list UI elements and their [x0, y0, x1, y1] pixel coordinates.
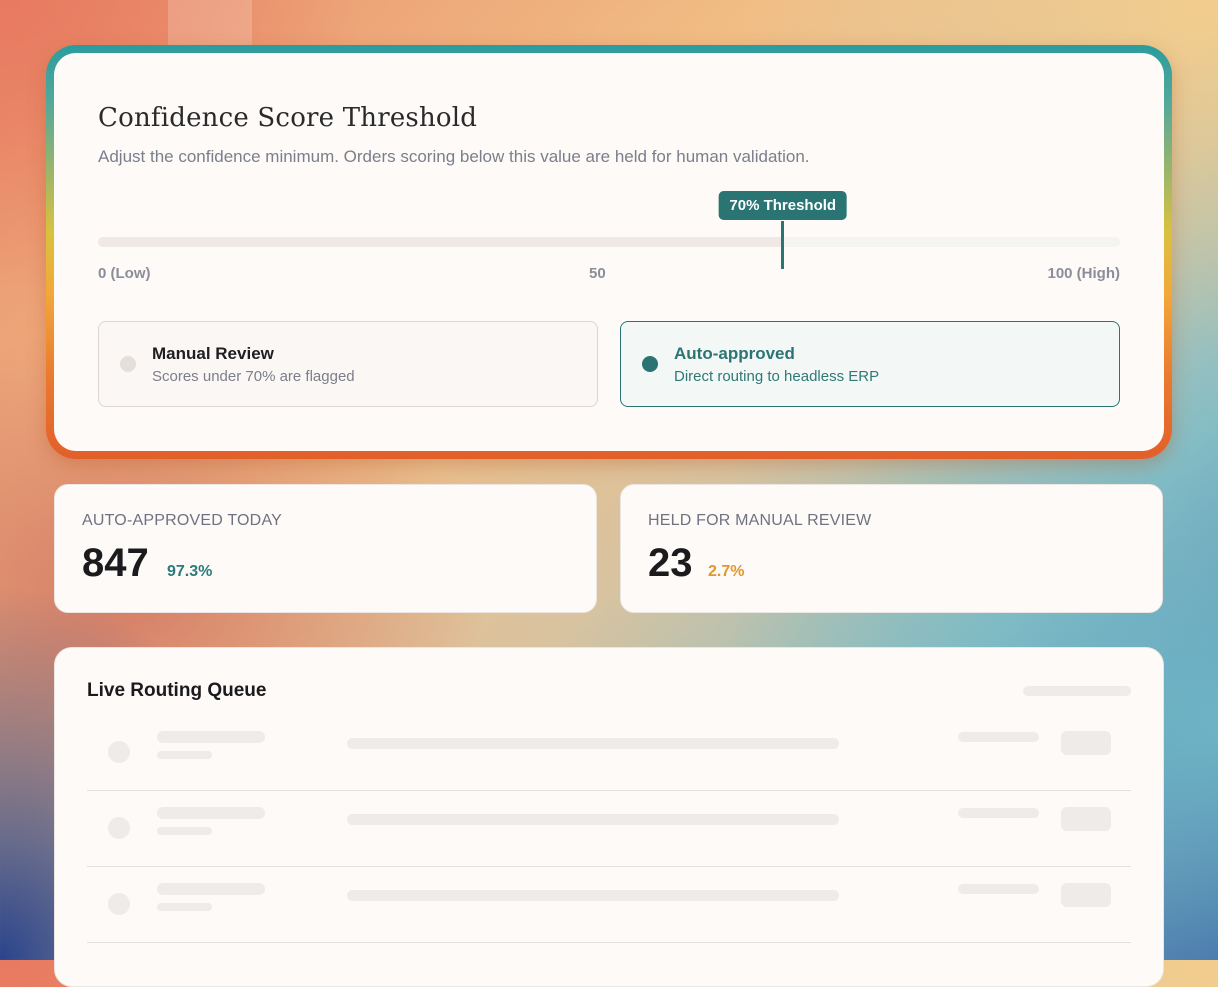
threshold-card: Confidence Score Threshold Adjust the co… — [54, 53, 1164, 451]
held-review-stat-card: HELD FOR MANUAL REVIEW 23 2.7% — [620, 484, 1163, 613]
name-placeholder — [157, 731, 265, 743]
auto-approved-option[interactable]: Auto-approved Direct routing to headless… — [620, 321, 1120, 407]
queue-header-placeholder — [1023, 686, 1131, 696]
amount-placeholder — [958, 732, 1039, 742]
threshold-title: Confidence Score Threshold — [98, 103, 478, 133]
live-routing-queue-card: Live Routing Queue — [54, 647, 1164, 987]
manual-review-radio-dot — [120, 356, 136, 372]
detail-placeholder — [347, 890, 839, 901]
auto-approved-count: 847 — [82, 541, 149, 585]
detail-placeholder — [347, 738, 839, 749]
tick-label-low: 0 (Low) — [98, 265, 151, 282]
threshold-slider-handle[interactable] — [781, 221, 785, 269]
amount-placeholder — [958, 808, 1039, 818]
held-review-count: 23 — [648, 541, 693, 585]
queue-row-skeleton — [87, 790, 1131, 867]
manual-review-description: Scores under 70% are flagged — [152, 368, 355, 385]
subtext-placeholder — [157, 827, 212, 835]
threshold-slider-track[interactable] — [98, 237, 1120, 247]
held-review-stat-label: HELD FOR MANUAL REVIEW — [648, 512, 872, 529]
threshold-slider-fill — [98, 237, 783, 247]
queue-row-skeleton — [87, 866, 1131, 943]
status-pill-placeholder — [1061, 807, 1111, 831]
amount-placeholder — [958, 884, 1039, 894]
avatar-placeholder — [108, 741, 130, 763]
threshold-subtitle: Adjust the confidence minimum. Orders sc… — [98, 147, 810, 166]
auto-approved-percent: 97.3% — [167, 563, 213, 580]
auto-approved-radio-dot — [642, 356, 658, 372]
auto-approved-stat-card: AUTO-APPROVED TODAY 847 97.3% — [54, 484, 597, 613]
auto-approved-label: Auto-approved — [674, 344, 795, 363]
auto-approved-stat-label: AUTO-APPROVED TODAY — [82, 512, 282, 529]
manual-review-option[interactable]: Manual Review Scores under 70% are flagg… — [98, 321, 598, 407]
name-placeholder — [157, 807, 265, 819]
avatar-placeholder — [108, 893, 130, 915]
tick-label-mid: 50 — [589, 265, 606, 282]
subtext-placeholder — [157, 903, 212, 911]
detail-placeholder — [347, 814, 839, 825]
manual-review-label: Manual Review — [152, 344, 274, 363]
auto-approved-description: Direct routing to headless ERP — [674, 368, 880, 385]
status-pill-placeholder — [1061, 731, 1111, 755]
queue-title: Live Routing Queue — [87, 680, 267, 701]
name-placeholder — [157, 883, 265, 895]
status-pill-placeholder — [1061, 883, 1111, 907]
held-review-percent: 2.7% — [708, 563, 745, 580]
tick-label-high: 100 (High) — [1047, 265, 1120, 282]
queue-row-skeleton — [87, 714, 1131, 791]
threshold-badge: 70% Threshold — [718, 191, 848, 220]
subtext-placeholder — [157, 751, 212, 759]
threshold-card-frame: Confidence Score Threshold Adjust the co… — [46, 45, 1172, 459]
avatar-placeholder — [108, 817, 130, 839]
